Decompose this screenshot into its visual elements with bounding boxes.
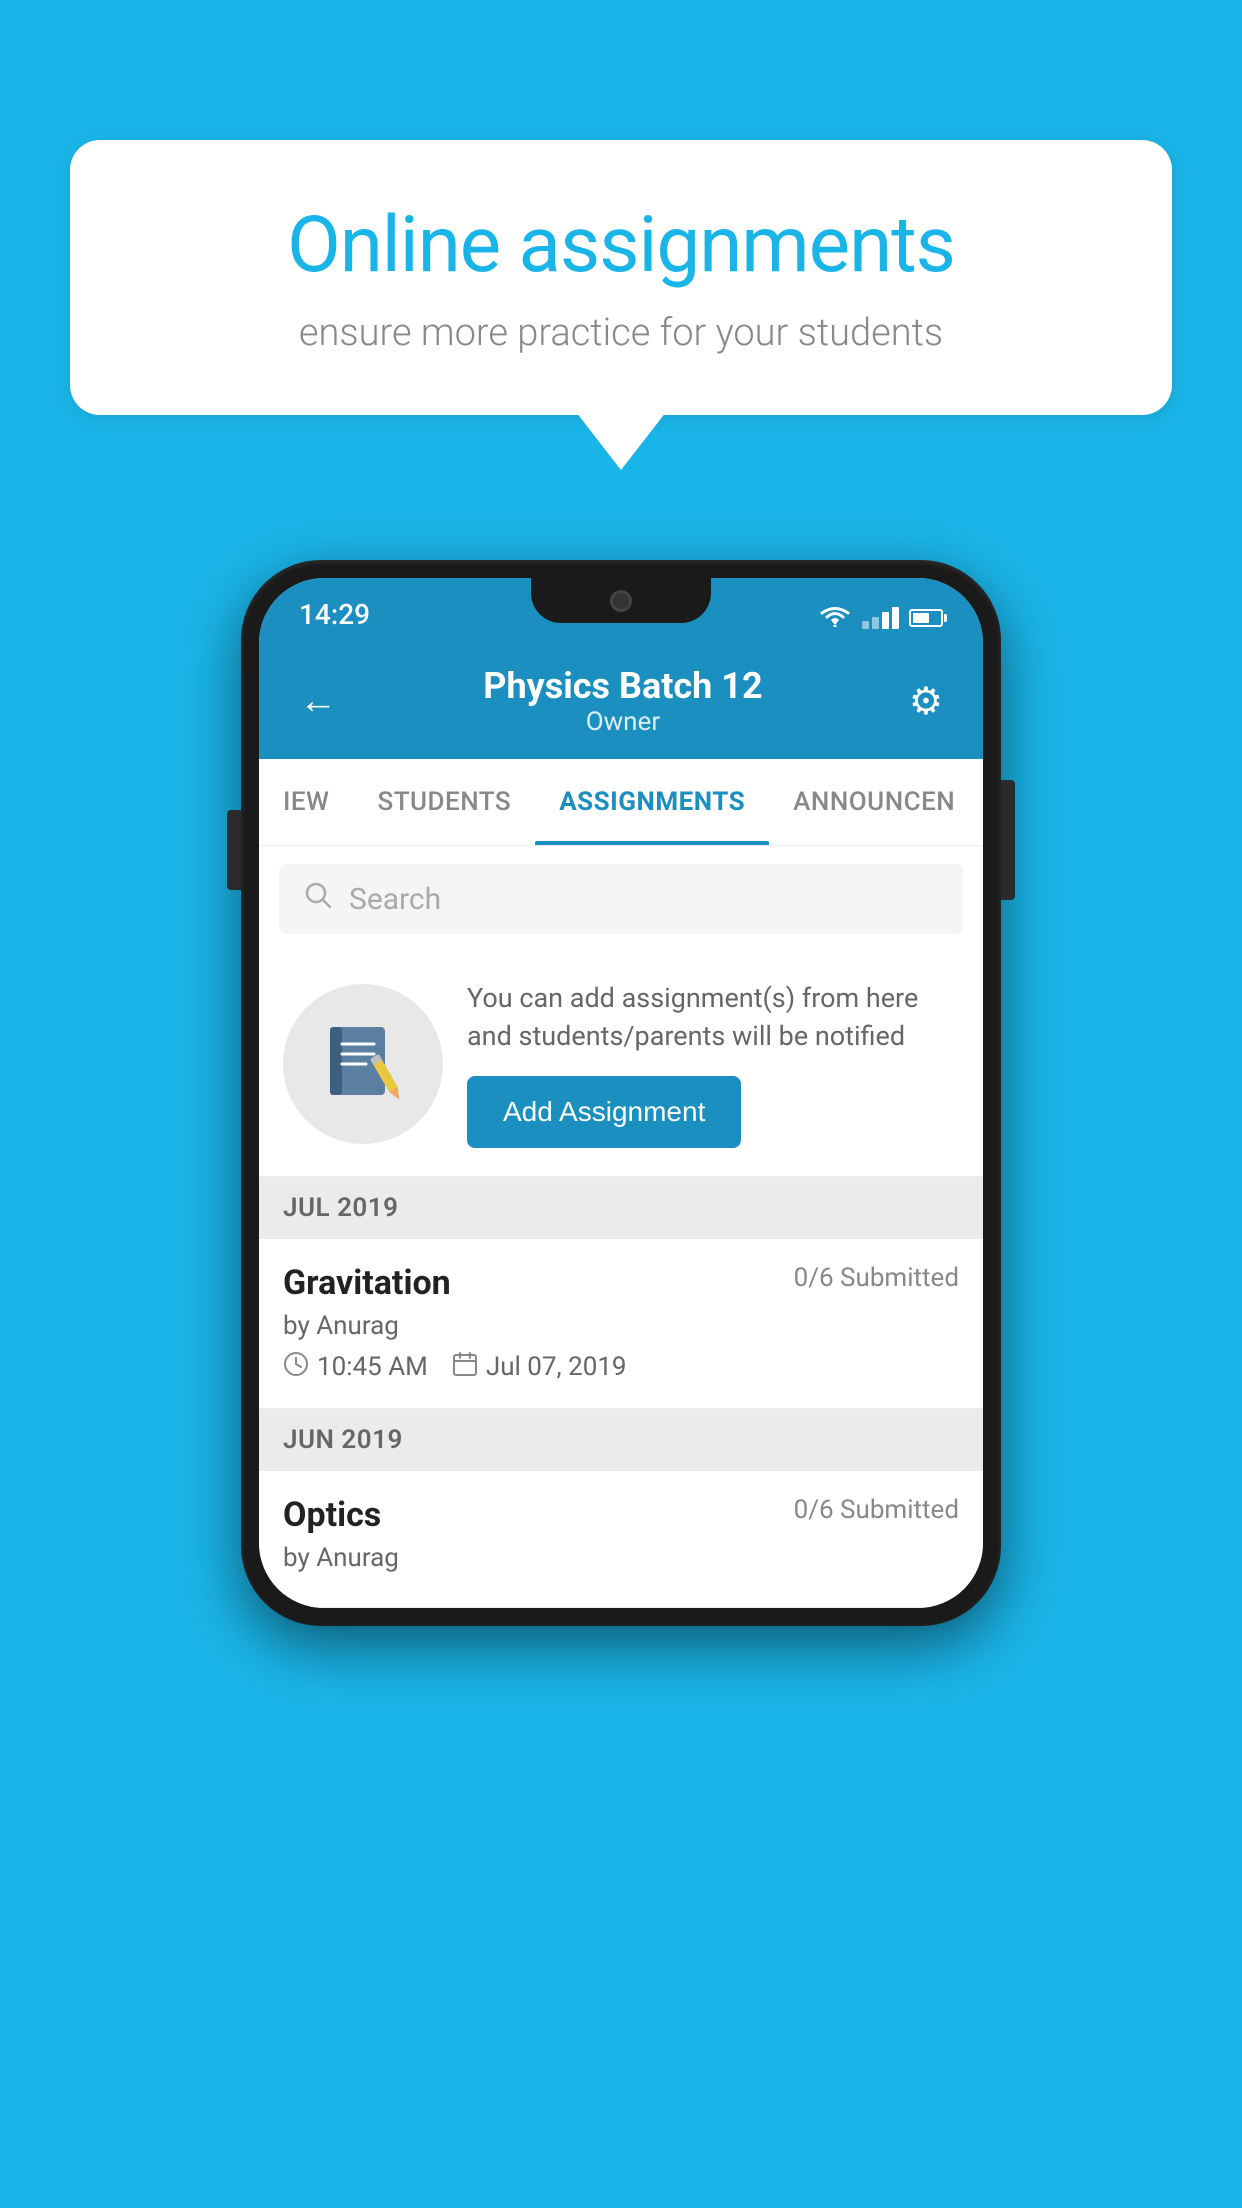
search-placeholder: Search: [349, 882, 441, 917]
phone-outer: 14:29: [241, 560, 1001, 1626]
battery-icon: [909, 609, 943, 627]
tab-announcements[interactable]: ANNOUNCEN: [769, 759, 979, 845]
calendar-icon: [452, 1351, 478, 1384]
search-icon: [303, 880, 333, 918]
tab-students[interactable]: STUDENTS: [353, 759, 535, 845]
tab-assignments[interactable]: ASSIGNMENTS: [535, 759, 769, 845]
search-bar[interactable]: Search: [279, 864, 963, 934]
assignment-time: 10:45 AM: [317, 1352, 428, 1382]
battery-fill: [913, 613, 929, 623]
assignment-date: Jul 07, 2019: [486, 1352, 627, 1382]
settings-icon[interactable]: ⚙: [909, 679, 943, 724]
phone-wrapper: 14:29: [241, 560, 1001, 1626]
bubble-subtitle: ensure more practice for your students: [140, 311, 1102, 355]
app-header: ← Physics Batch 12 Owner ⚙: [259, 643, 983, 759]
meta-date: Jul 07, 2019: [452, 1351, 627, 1384]
promo-icon-circle: [283, 984, 443, 1144]
promo-text-area: You can add assignment(s) from here and …: [467, 980, 959, 1148]
section-header-jul: JUL 2019: [259, 1177, 983, 1239]
phone-notch: [531, 578, 711, 623]
assignment-by-gravitation: by Anurag: [283, 1311, 959, 1341]
tabs-container: IEW STUDENTS ASSIGNMENTS ANNOUNCEN: [259, 759, 983, 846]
assignment-name-gravitation: Gravitation: [283, 1263, 451, 1303]
assignment-meta-gravitation: 10:45 AM Jul 07, 2019: [283, 1351, 959, 1384]
promo-description: You can add assignment(s) from here and …: [467, 980, 959, 1056]
back-button[interactable]: ←: [299, 679, 337, 723]
search-container: Search: [259, 846, 983, 952]
header-title: Physics Batch 12: [483, 665, 762, 707]
add-assignment-button[interactable]: Add Assignment: [467, 1076, 741, 1148]
assignment-by-optics: by Anurag: [283, 1543, 959, 1573]
assignment-status-optics: 0/6 Submitted: [794, 1495, 959, 1525]
assignment-top-row-optics: Optics 0/6 Submitted: [283, 1495, 959, 1535]
camera: [610, 590, 632, 612]
bubble-title: Online assignments: [140, 200, 1102, 291]
header-center: Physics Batch 12 Owner: [483, 665, 762, 737]
assignment-status-gravitation: 0/6 Submitted: [794, 1263, 959, 1293]
assignment-item-optics[interactable]: Optics 0/6 Submitted by Anurag: [259, 1471, 983, 1608]
header-subtitle: Owner: [483, 707, 762, 737]
signal-icon: [862, 607, 899, 629]
notebook-icon: [318, 1019, 408, 1109]
assignment-name-optics: Optics: [283, 1495, 381, 1535]
assignment-item-gravitation[interactable]: Gravitation 0/6 Submitted by Anurag: [259, 1239, 983, 1409]
meta-time: 10:45 AM: [283, 1351, 428, 1384]
tab-iew[interactable]: IEW: [259, 759, 353, 845]
speech-bubble-container: Online assignments ensure more practice …: [70, 140, 1172, 415]
assignment-top-row: Gravitation 0/6 Submitted: [283, 1263, 959, 1303]
speech-bubble: Online assignments ensure more practice …: [70, 140, 1172, 415]
phone-screen: 14:29: [259, 578, 983, 1608]
status-icons: [818, 605, 943, 631]
section-header-jun: JUN 2019: [259, 1409, 983, 1471]
wifi-icon: [818, 605, 852, 631]
clock-icon: [283, 1351, 309, 1384]
promo-section: You can add assignment(s) from here and …: [259, 952, 983, 1177]
